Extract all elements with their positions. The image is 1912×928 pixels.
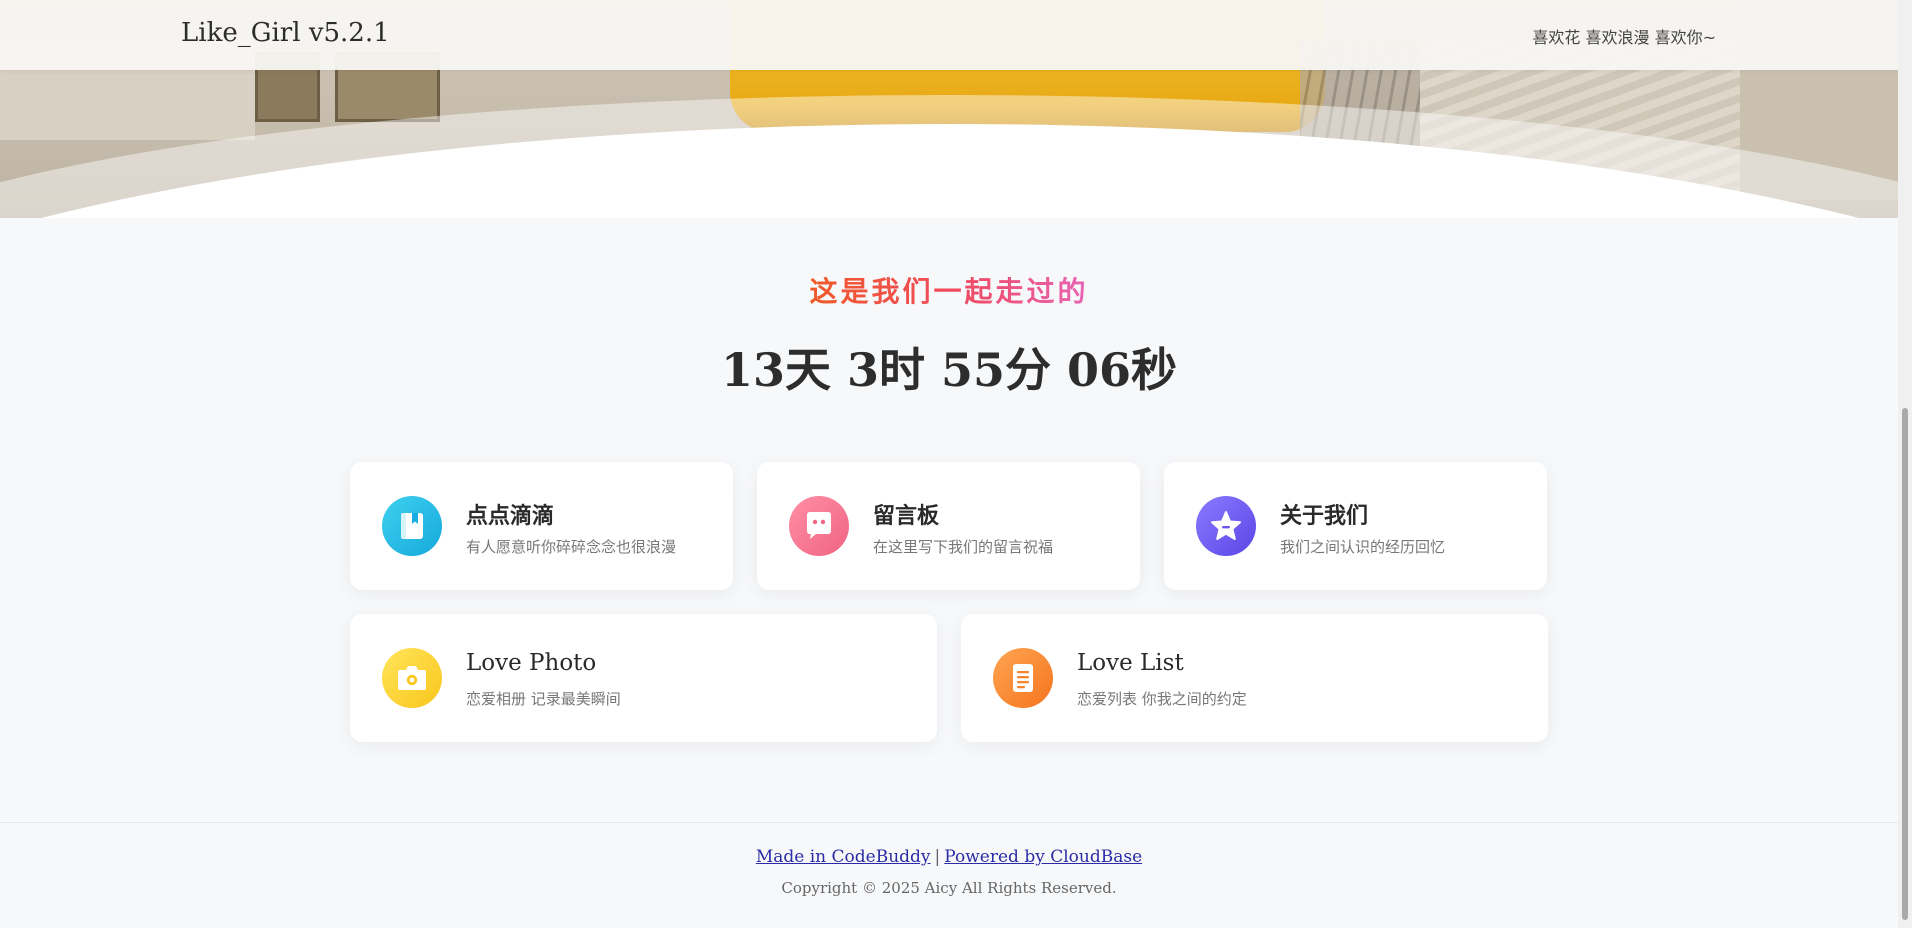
notebook-icon (382, 496, 442, 556)
footer-separator: | (934, 847, 941, 867)
copyright-text: Copyright © 2025 Aicy All Rights Reserve… (781, 879, 1117, 897)
card-description: 有人愿意听你碎碎念念也很浪漫 (466, 538, 677, 556)
counter-subtitle: 这是我们一起走过的 (0, 270, 1898, 310)
card-about-us[interactable]: 关于我们 我们之间认识的经历回忆 (1164, 462, 1547, 590)
made-in-codebuddy-link[interactable]: Made in CodeBuddy (756, 847, 931, 867)
card-title: Love List (1077, 650, 1184, 676)
card-guestbook[interactable]: 留言板 在这里写下我们的留言祝福 (757, 462, 1140, 590)
card-description: 在这里写下我们的留言祝福 (873, 538, 1054, 556)
card-love-list[interactable]: Love List 恋爱列表 你我之间的约定 (961, 614, 1548, 742)
card-diandiandidi[interactable]: 点点滴滴 有人愿意听你碎碎念念也很浪漫 (350, 462, 733, 590)
card-title: 留言板 (873, 503, 940, 529)
site-brand[interactable]: Like_Girl v5.2.1 (181, 18, 390, 48)
card-description: 我们之间认识的经历回忆 (1280, 538, 1446, 556)
page-footer: Made in CodeBuddy | Powered by CloudBase C… (0, 822, 1898, 928)
card-title: 点点滴滴 (466, 503, 555, 529)
card-description: 恋爱相册 记录最美瞬间 (466, 690, 621, 708)
header-slogan: 喜欢花 喜欢浪漫 喜欢你~ (1532, 28, 1716, 47)
card-title: Love Photo (466, 650, 597, 676)
page-scrollbar[interactable] (1898, 0, 1912, 928)
counter-subtitle-text: 这是我们一起走过的 (809, 275, 1089, 308)
top-header: Like_Girl v5.2.1 喜欢花 喜欢浪漫 喜欢你~ (0, 0, 1898, 70)
footer-links: Made in CodeBuddy | Powered by CloudBase (0, 847, 1898, 867)
scrollbar-thumb[interactable] (1902, 408, 1908, 920)
card-love-photo[interactable]: Love Photo 恋爱相册 记录最美瞬间 (350, 614, 937, 742)
powered-by-cloudbase-link[interactable]: Powered by CloudBase (944, 847, 1142, 867)
document-list-icon (993, 648, 1053, 708)
card-title: 关于我们 (1280, 503, 1369, 529)
chat-face-icon (789, 496, 849, 556)
page: Like_Girl v5.2.1 喜欢花 喜欢浪漫 喜欢你~ 这是我们一起走过的… (0, 0, 1912, 928)
star-icon (1196, 496, 1256, 556)
camera-icon (382, 648, 442, 708)
elapsed-time-counter: 13天 3时 55分 06秒 (720, 343, 1178, 397)
card-description: 恋爱列表 你我之间的约定 (1077, 690, 1247, 708)
